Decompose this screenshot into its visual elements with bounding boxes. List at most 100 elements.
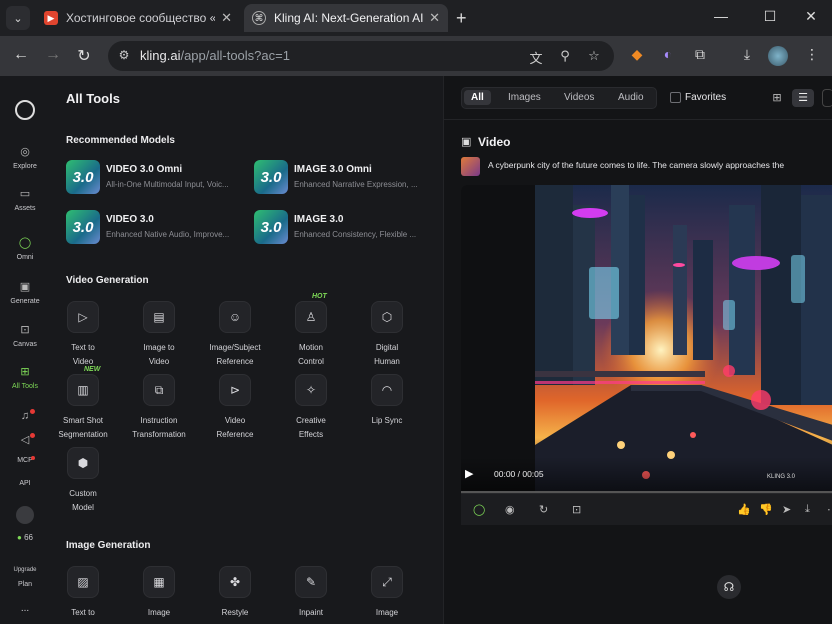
browser-tab-kling[interactable]: ⌘ Kling AI: Next-Generation AI Cr ✕ (244, 4, 448, 32)
tool-image-to-video[interactable]: ▤ Image to Video (126, 301, 192, 369)
maximize-icon[interactable]: ☐ (760, 8, 780, 25)
sidebar-item-assets[interactable]: ▭ Assets (0, 187, 50, 212)
close-tab-icon[interactable]: ✕ (221, 10, 232, 26)
tool-motion-control[interactable]: HOT ♙ Motion Control (278, 293, 344, 369)
tool-instruction-transformation[interactable]: ⧉ Instruction Transformation (126, 374, 192, 442)
tool-image-subject-reference[interactable]: ☺ Image/Subject Reference (202, 301, 268, 369)
generate-icon: ▣ (19, 281, 31, 293)
filter-videos[interactable]: Videos (564, 92, 594, 103)
filter-audio[interactable]: Audio (618, 92, 644, 103)
list-view-icon[interactable]: ☰ (792, 89, 814, 107)
omni-edit-icon[interactable]: ◯ (473, 503, 485, 516)
site-settings-icon[interactable]: ⚙ (116, 48, 132, 64)
zoom-icon[interactable]: ⚲ (557, 48, 573, 64)
model-name: VIDEO 3.0 Omni (106, 164, 183, 175)
extension-icon[interactable]: ◐ (658, 46, 678, 66)
tool-text-to-video[interactable]: ▷ Text to Video (50, 301, 116, 369)
share-icon[interactable]: ➤ (782, 503, 791, 516)
back-arrow-icon[interactable]: ← (11, 46, 31, 64)
browser-tab-hosting[interactable]: ▶ Хостинговое сообщество «Tim ✕ (36, 4, 240, 32)
tool-label-line2: Effects (298, 430, 324, 439)
download-icon[interactable]: ⤓ (805, 503, 810, 516)
model-card-image-3-omni[interactable]: 3.0 IMAGE 3.0 Omni Enhanced Narrative Ex… (254, 160, 434, 196)
tool-custom-model[interactable]: ⬢ Custom Model (50, 447, 116, 515)
notifications-button[interactable]: ♫ (0, 409, 50, 427)
video-player[interactable]: ▶ 00:00 / 00:05 KLING 3.0 (461, 185, 832, 493)
more-options-icon[interactable]: ⋯ (827, 503, 832, 516)
model-card-image-3[interactable]: 3.0 IMAGE 3.0 Enhanced Consistency, Flex… (254, 210, 434, 246)
credits-badge[interactable]: ● 66 (0, 533, 50, 542)
sidebar-item-all-tools[interactable]: ⊞ All Tools (0, 365, 50, 390)
metamask-extension-icon[interactable]: ◆ (627, 46, 647, 66)
tool-label-line2: Video (148, 357, 170, 366)
tool-image-expand[interactable]: ⤢ Image (354, 566, 420, 620)
download-icon[interactable]: ⤓ (737, 46, 757, 66)
sidebar-label: Generate (10, 298, 40, 305)
sidebar-item-mcp[interactable]: MCP (0, 457, 50, 464)
tool-label-line2: Video (72, 357, 94, 366)
kling-logo-icon[interactable] (0, 100, 50, 120)
tool-inpaint[interactable]: ✎ Inpaint (278, 566, 344, 620)
tool-digital-human[interactable]: ⬡ Digital Human (354, 301, 420, 369)
help-headset-icon[interactable]: ☊ (717, 575, 741, 599)
address-bar[interactable]: ⚙ kling.ai/app/all-tools?ac=1 文 ⚲ ☆ (108, 41, 614, 71)
rerun-icon[interactable]: ↻ (539, 503, 548, 516)
hot-badge: HOT (312, 293, 327, 300)
grid-view-icon[interactable]: ⊞ (766, 89, 788, 107)
bookmark-star-icon[interactable]: ☆ (586, 48, 602, 64)
tool-image-reference[interactable]: ▦ Image (126, 566, 192, 620)
announcements-button[interactable]: ◁ (0, 433, 50, 451)
reload-icon[interactable]: ↻ (74, 46, 94, 66)
sidebar-item-generate[interactable]: ▣ Generate (0, 280, 50, 305)
close-window-icon[interactable]: ✕ (801, 8, 821, 25)
profile-avatar[interactable] (768, 46, 788, 66)
tool-text-to-image[interactable]: ▨ Text to (50, 566, 116, 620)
favorites-label: Favorites (685, 92, 727, 103)
forward-arrow-icon[interactable]: → (43, 46, 63, 64)
notification-dot (30, 433, 35, 438)
filter-all[interactable]: All (464, 90, 491, 105)
model-card-video-3[interactable]: 3.0 VIDEO 3.0 Enhanced Native Audio, Imp… (66, 210, 246, 246)
minimize-icon[interactable]: — (711, 8, 731, 24)
model-thumbnail: 3.0 (66, 210, 100, 244)
model-card-video-3-omni[interactable]: 3.0 VIDEO 3.0 Omni All-in-One Multimodal… (66, 160, 246, 196)
filter-images[interactable]: Images (508, 92, 541, 103)
tool-restyle[interactable]: ✤ Restyle (202, 566, 268, 620)
prompt-thumbnail[interactable] (461, 157, 480, 176)
translate-icon[interactable]: 文 (528, 48, 544, 67)
upgrade-link[interactable]: Upgrade (0, 567, 50, 573)
folder-icon: ▭ (19, 188, 31, 200)
favorites-checkbox[interactable] (670, 92, 681, 103)
more-label: ... (20, 603, 30, 614)
tool-label-line1: Instruction (140, 416, 178, 425)
sidebar-item-omni[interactable]: ◯ Omni (0, 236, 50, 261)
more-view-button[interactable] (822, 89, 832, 107)
sidebar-item-api[interactable]: API (0, 480, 50, 487)
play-icon[interactable]: ▶ (465, 467, 473, 480)
tool-video-reference[interactable]: ⊳ Video Reference (202, 374, 268, 442)
model-description: Enhanced Native Audio, Improve... (106, 230, 230, 239)
sidebar-item-canvas[interactable]: ⊡ Canvas (0, 323, 50, 348)
extend-icon[interactable]: ⊡ (572, 503, 581, 516)
new-tab-plus-icon[interactable]: + (456, 8, 467, 29)
user-avatar[interactable] (0, 506, 50, 524)
prompt-text[interactable]: A cyberpunk city of the future comes to … (488, 160, 832, 170)
more-button[interactable]: ... (0, 603, 50, 614)
tool-label-line2: Model (72, 503, 94, 512)
close-tab-icon[interactable]: ✕ (429, 10, 440, 26)
tab-search-button[interactable]: ⌄ (6, 6, 30, 30)
tool-creative-effects[interactable]: ✧ Creative Effects (278, 374, 344, 442)
plan-link[interactable]: Plan (0, 581, 50, 588)
eye-icon[interactable]: ◉ (505, 503, 515, 516)
url-text[interactable]: kling.ai/app/all-tools?ac=1 (140, 48, 290, 63)
tool-label-line1: Restyle (221, 608, 249, 617)
sidebar-item-explore[interactable]: ◎ Explore (0, 145, 50, 170)
tool-lip-sync[interactable]: ◠ Lip Sync (354, 374, 420, 428)
thumbs-down-icon[interactable]: 👎 (759, 503, 773, 516)
notification-dot (30, 409, 35, 414)
kebab-menu-icon[interactable]: ⋮ (802, 46, 822, 66)
thumbs-up-icon[interactable]: 👍 (737, 503, 751, 516)
puzzle-extensions-icon[interactable]: ⧉ (690, 46, 710, 66)
custom-model-icon: ⬢ (67, 447, 99, 479)
tool-smart-shot-segmentation[interactable]: NEW ▥ Smart Shot Segmentation (50, 366, 116, 442)
